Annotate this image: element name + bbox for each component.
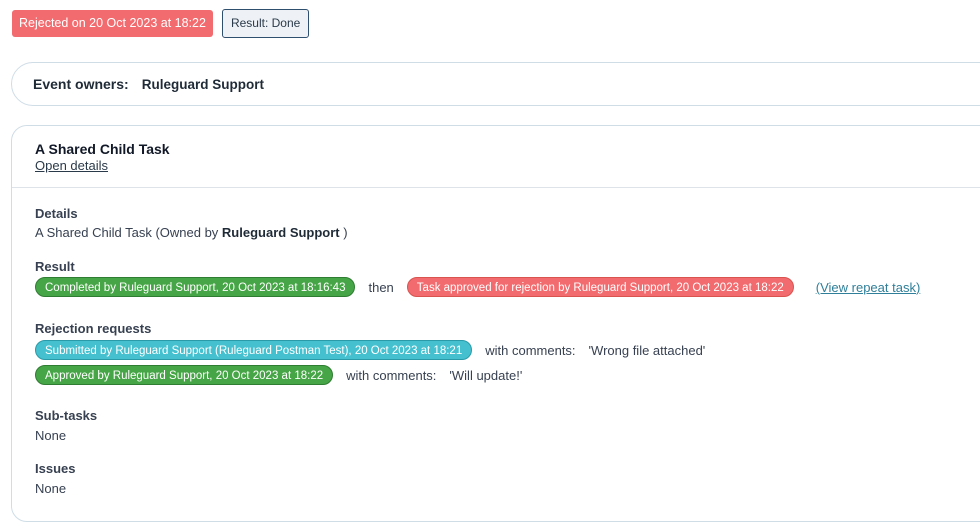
- details-owner: Ruleguard Support: [221, 225, 340, 240]
- task-title: A Shared Child Task: [35, 141, 170, 157]
- event-owners-card: Event owners: Ruleguard Support: [11, 62, 980, 106]
- result-badge: Result: Done: [221, 9, 310, 38]
- rejection-request-row: Approved by Ruleguard Support, 20 Oct 20…: [35, 365, 522, 385]
- event-owners-value: Ruleguard Support: [141, 76, 264, 92]
- then-text: then: [368, 279, 394, 295]
- task-card: A Shared Child Task Open details Details…: [11, 125, 980, 522]
- details-text-before: A Shared Child Task (Owned by: [35, 225, 222, 240]
- comment-text: 'Wrong file attached': [588, 342, 706, 358]
- with-comments-label: with comments:: [485, 342, 576, 358]
- details-text: A Shared Child Task (Owned by Ruleguard …: [35, 225, 348, 240]
- task-header: A Shared Child Task Open details: [12, 126, 980, 188]
- event-owners-label: Event owners:: [33, 76, 129, 92]
- comment-text: 'Will update!': [449, 367, 523, 383]
- rejection-request-row: Submitted by Ruleguard Support (Ruleguar…: [35, 340, 705, 360]
- subtasks-value: None: [35, 428, 67, 443]
- result-row: Completed by Ruleguard Support, 20 Oct 2…: [35, 277, 920, 297]
- view-repeat-task-link[interactable]: (View repeat task): [816, 280, 921, 295]
- submitted-badge: Submitted by Ruleguard Support (Ruleguar…: [35, 340, 473, 360]
- details-text-after: ): [339, 225, 348, 240]
- approved-badge: Approved by Ruleguard Support, 20 Oct 20…: [35, 365, 334, 385]
- details-label: Details: [35, 206, 78, 221]
- rejection-requests-label: Rejection requests: [35, 321, 152, 336]
- issues-label: Issues: [35, 461, 76, 476]
- status-bar: Rejected on 20 Oct 2023 at 18:22 Result:…: [12, 9, 310, 38]
- approved-rejection-badge: Task approved for rejection by Ruleguard…: [406, 277, 794, 297]
- open-details-link[interactable]: Open details: [35, 158, 108, 173]
- with-comments-label: with comments:: [346, 367, 437, 383]
- rejected-badge: Rejected on 20 Oct 2023 at 18:22: [12, 10, 213, 37]
- subtasks-label: Sub-tasks: [35, 408, 98, 423]
- issues-value: None: [35, 481, 67, 496]
- result-label: Result: [35, 259, 75, 274]
- completed-badge: Completed by Ruleguard Support, 20 Oct 2…: [35, 277, 356, 297]
